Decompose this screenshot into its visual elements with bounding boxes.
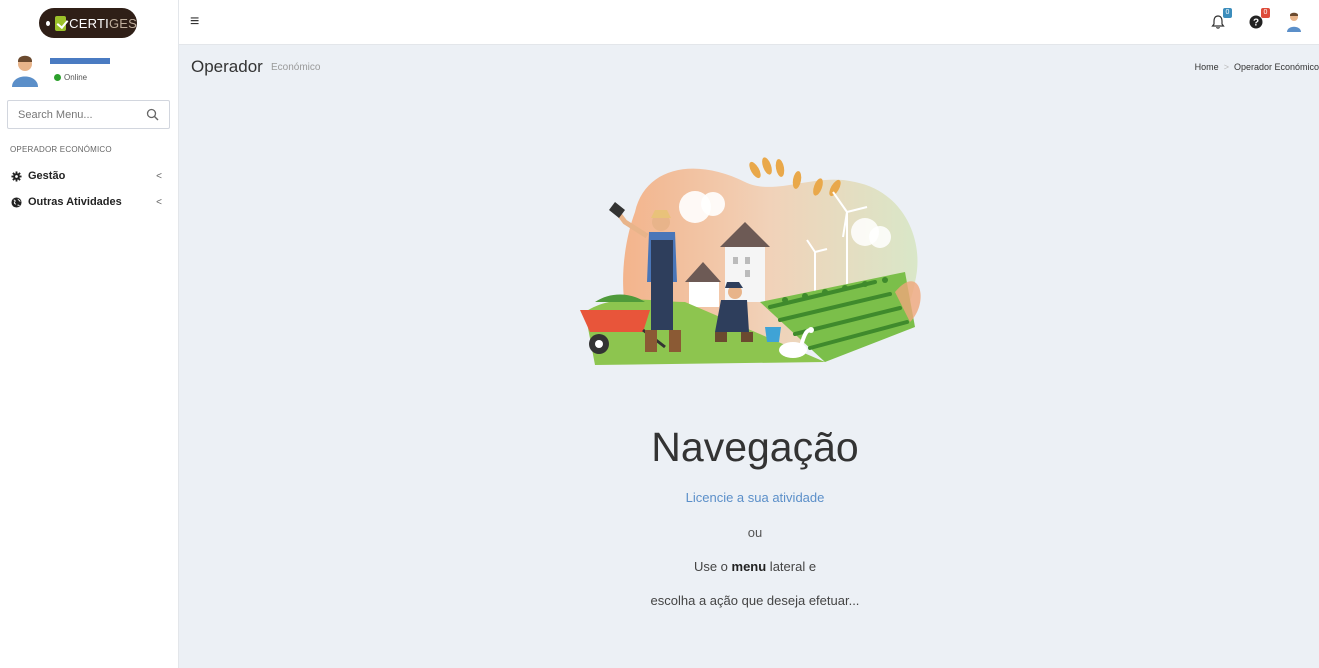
navigation-title: Navegação xyxy=(651,424,859,470)
instruction-prefix: Use o xyxy=(693,559,732,574)
instruction-menu-word: menu xyxy=(731,559,767,574)
or-text: ou xyxy=(747,525,763,540)
license-activity-link[interactable]: Licencie a sua atividade xyxy=(0,490,1319,505)
instruction-line-1: Use o menu lateral e xyxy=(0,559,1319,574)
instruction-suffix: lateral e xyxy=(766,559,817,574)
navigation-panel: Navegação Licencie a sua atividade ou Us… xyxy=(0,0,1319,668)
instruction-line-2: escolha a ação que deseja efetuar... xyxy=(650,593,860,608)
